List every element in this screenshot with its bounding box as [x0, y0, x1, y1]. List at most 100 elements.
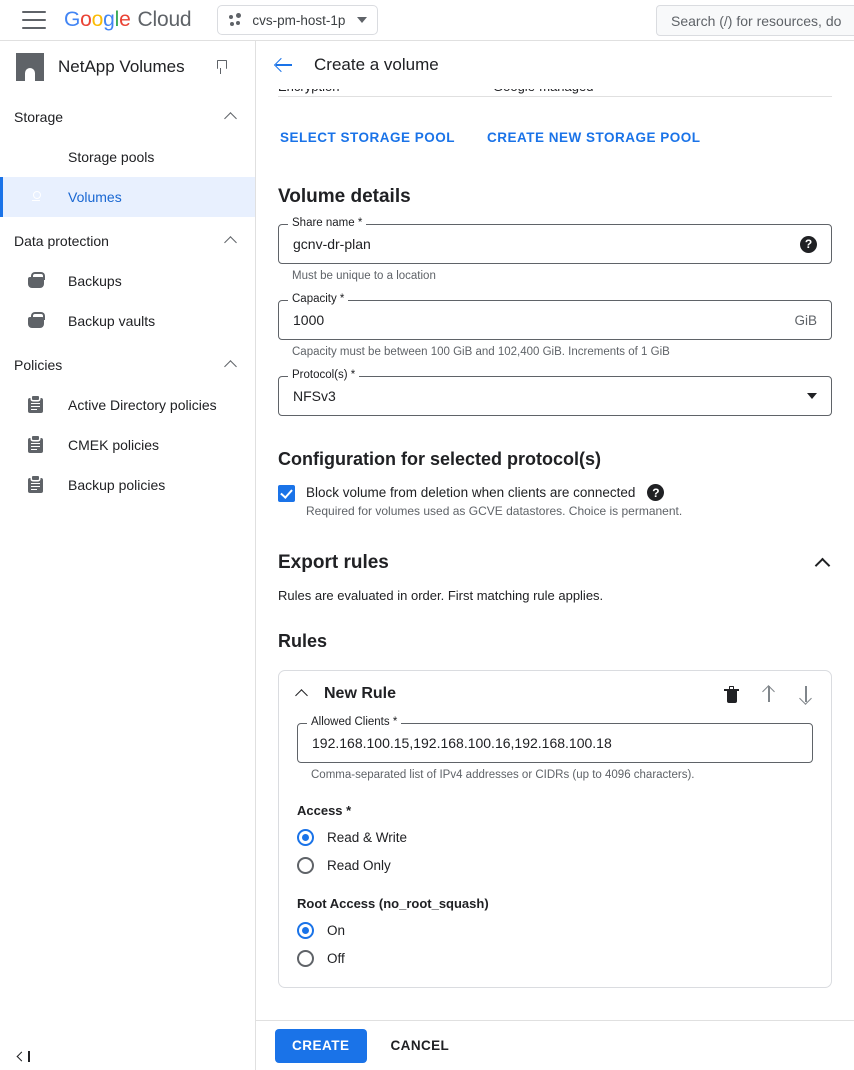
- capacity-field: Capacity * GiB: [278, 300, 832, 340]
- chevron-up-icon: [224, 112, 237, 125]
- nav-group-policies[interactable]: Policies: [0, 345, 255, 385]
- google-cloud-logo[interactable]: Google Cloud: [64, 8, 191, 32]
- root-access-option-on[interactable]: On: [297, 922, 813, 939]
- policy-icon: [28, 396, 46, 414]
- sidebar: NetApp Volumes Storage Storage pools Vol…: [0, 41, 256, 1070]
- chevron-up-icon[interactable]: [295, 689, 308, 702]
- root-access-option-off[interactable]: Off: [297, 950, 813, 967]
- hamburger-menu-icon[interactable]: [22, 11, 46, 29]
- volume-details-heading: Volume details: [278, 186, 832, 208]
- nav-group-label: Policies: [14, 357, 62, 373]
- sidebar-item-cmek-policies[interactable]: CMEK policies: [0, 425, 255, 465]
- app-root: Google Cloud cvs-pm-host-1p NetApp Volum…: [0, 0, 854, 1070]
- radio-button[interactable]: [297, 857, 314, 874]
- protocols-label: Protocol(s) *: [288, 369, 359, 381]
- sidebar-item-backups[interactable]: Backups: [0, 261, 255, 301]
- storage-pool-actions: SELECT STORAGE POOL CREATE NEW STORAGE P…: [278, 126, 832, 149]
- protocol-config-heading: Configuration for selected protocol(s): [278, 449, 832, 470]
- delete-icon[interactable]: [724, 686, 739, 703]
- nav-group-data-protection[interactable]: Data protection: [0, 221, 255, 261]
- export-rules-header[interactable]: Export rules: [278, 552, 832, 574]
- sidebar-item-label: Volumes: [68, 189, 122, 205]
- nav-group-label: Data protection: [14, 233, 109, 249]
- protocols-value: NFSv3: [293, 388, 807, 404]
- sidebar-item-label: CMEK policies: [68, 437, 159, 453]
- chevron-up-icon: [224, 236, 237, 249]
- protocols-field[interactable]: Protocol(s) * NFSv3: [278, 376, 832, 416]
- sidebar-item-backup-policies[interactable]: Backup policies: [0, 465, 255, 505]
- pin-icon[interactable]: [213, 59, 229, 75]
- capacity-unit: GiB: [794, 313, 817, 328]
- collapse-panel-icon[interactable]: [18, 1051, 30, 1062]
- radio-button[interactable]: [297, 922, 314, 939]
- project-name: cvs-pm-host-1p: [252, 13, 345, 28]
- help-icon[interactable]: ?: [800, 236, 817, 253]
- create-new-storage-pool-button[interactable]: CREATE NEW STORAGE POOL: [485, 126, 703, 149]
- project-dots-icon: [229, 13, 244, 28]
- radio-button[interactable]: [297, 829, 314, 846]
- share-name-field: Share name * ?: [278, 224, 832, 264]
- product-title: NetApp Volumes: [58, 57, 185, 77]
- netapp-logo-icon: [16, 53, 44, 81]
- root-access-label: Root Access (no_root_squash): [297, 896, 813, 911]
- form-scroll-area[interactable]: Encryption Google-managed SELECT STORAGE…: [256, 89, 854, 1020]
- radio-label: Off: [327, 951, 345, 966]
- sidebar-item-label: Active Directory policies: [68, 397, 217, 413]
- access-option-read-only[interactable]: Read Only: [297, 857, 813, 874]
- capacity-input[interactable]: [293, 312, 794, 328]
- search-box[interactable]: [656, 5, 854, 36]
- radio-button[interactable]: [297, 950, 314, 967]
- search-input[interactable]: [671, 13, 854, 29]
- sidebar-item-storage-pools[interactable]: Storage pools: [0, 137, 255, 177]
- action-bar: CREATE CANCEL: [256, 1020, 854, 1070]
- access-label: Access *: [297, 803, 813, 818]
- rule-card-header: New Rule: [297, 685, 813, 703]
- block-deletion-row[interactable]: Block volume from deletion when clients …: [278, 484, 832, 518]
- select-storage-pool-button[interactable]: SELECT STORAGE POOL: [278, 126, 457, 149]
- help-icon[interactable]: ?: [647, 484, 664, 501]
- volume-icon: [28, 188, 46, 206]
- chevron-down-icon[interactable]: [807, 393, 817, 399]
- policy-icon: [28, 436, 46, 454]
- create-button[interactable]: CREATE: [275, 1029, 367, 1063]
- capacity-helper: Capacity must be between 100 GiB and 102…: [278, 346, 832, 358]
- export-rule-card: New Rule Allowed Clients *: [278, 670, 832, 988]
- back-arrow-icon[interactable]: [272, 53, 296, 77]
- move-up-icon[interactable]: [761, 685, 776, 703]
- sidebar-item-label: Backups: [68, 273, 122, 289]
- allowed-clients-label: Allowed Clients *: [307, 716, 401, 728]
- radio-label: Read & Write: [327, 830, 407, 845]
- backup-vault-icon: [28, 312, 46, 330]
- allowed-clients-input[interactable]: [312, 735, 798, 751]
- chevron-up-icon[interactable]: [815, 557, 831, 573]
- rule-name: New Rule: [324, 685, 396, 703]
- main-panel: Create a volume Encryption Google-manage…: [256, 41, 854, 1070]
- block-deletion-checkbox[interactable]: [278, 485, 295, 502]
- product-header: NetApp Volumes: [0, 41, 255, 93]
- project-selector[interactable]: cvs-pm-host-1p: [217, 5, 378, 35]
- sidebar-item-volumes[interactable]: Volumes: [0, 177, 255, 217]
- top-bar: Google Cloud cvs-pm-host-1p: [0, 0, 854, 41]
- sidebar-item-label: Backup vaults: [68, 313, 155, 329]
- rules-heading: Rules: [278, 631, 832, 652]
- capacity-label: Capacity *: [288, 293, 348, 305]
- access-option-read-write[interactable]: Read & Write: [297, 829, 813, 846]
- storage-pool-icon: [28, 148, 46, 166]
- radio-label: Read Only: [327, 858, 391, 873]
- share-name-input[interactable]: [293, 236, 800, 252]
- share-name-label: Share name *: [288, 217, 366, 229]
- radio-label: On: [327, 923, 345, 938]
- nav-group-storage[interactable]: Storage: [0, 97, 255, 137]
- logo-cloud-text: Cloud: [138, 8, 192, 32]
- move-down-icon[interactable]: [798, 685, 813, 703]
- policy-icon: [28, 476, 46, 494]
- cancel-button[interactable]: CANCEL: [379, 1029, 462, 1063]
- export-rules-title: Export rules: [278, 552, 389, 574]
- sidebar-item-backup-vaults[interactable]: Backup vaults: [0, 301, 255, 341]
- allowed-clients-field: Allowed Clients *: [297, 723, 813, 763]
- chevron-up-icon: [224, 360, 237, 373]
- share-name-helper: Must be unique to a location: [278, 270, 832, 282]
- export-rules-note: Rules are evaluated in order. First matc…: [278, 588, 832, 603]
- block-deletion-label: Block volume from deletion when clients …: [306, 485, 635, 500]
- sidebar-item-active-directory-policies[interactable]: Active Directory policies: [0, 385, 255, 425]
